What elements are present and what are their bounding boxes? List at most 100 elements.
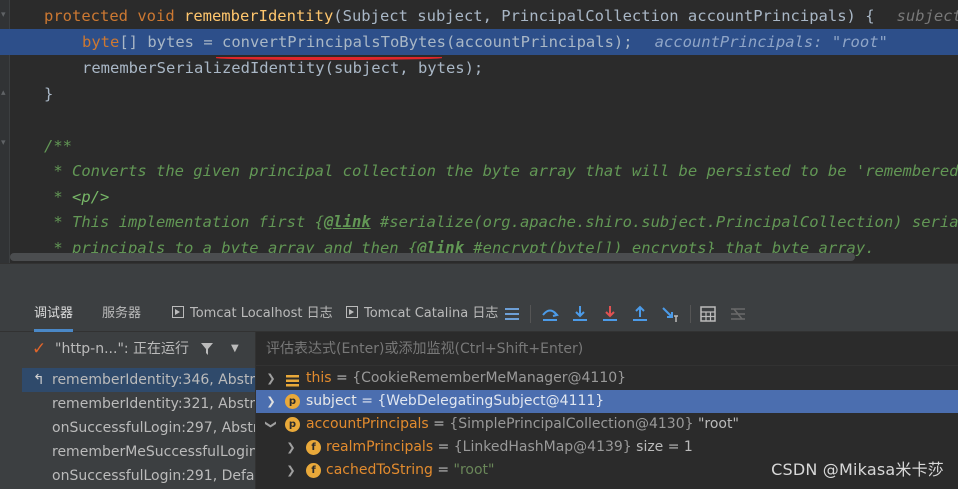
force-step-into-icon[interactable] bbox=[600, 304, 620, 324]
chevron-down-icon[interactable]: ▼ bbox=[231, 332, 239, 366]
chevron-right-icon[interactable]: ❯ bbox=[264, 390, 278, 413]
filter-icon[interactable] bbox=[200, 342, 214, 356]
tab-label: Tomcat Localhost 日志 bbox=[190, 306, 333, 321]
tab-label: Tomcat Catalina 日志 bbox=[364, 306, 499, 321]
stack-frame[interactable]: ↰ rememberIdentity:346, Abstra bbox=[0, 368, 256, 392]
variable-size: size = 1 bbox=[631, 439, 693, 455]
code-method-call: convertPrincipalsToBytes bbox=[221, 33, 446, 51]
trace-icon[interactable] bbox=[728, 304, 748, 324]
variable-row[interactable]: ❯ p subject = {WebDelegatingSubject@4111… bbox=[256, 390, 958, 413]
variable-equals: = bbox=[432, 462, 454, 478]
variable-value: {CookieRememberMeManager@4110} bbox=[352, 370, 627, 386]
tab-debugger[interactable]: 调试器 bbox=[34, 296, 74, 332]
variable-name: accountPrincipals bbox=[306, 416, 429, 432]
doc-comment: * This implementation first { bbox=[44, 213, 324, 231]
code-line-doc: * <p/> bbox=[0, 184, 958, 210]
variable-row[interactable]: ❯ p accountPrincipals = {SimplePrincipal… bbox=[256, 413, 958, 436]
run-to-cursor-icon[interactable] bbox=[660, 304, 680, 324]
protected-field-icon: p bbox=[285, 394, 300, 409]
variable-name: this bbox=[306, 370, 332, 386]
stack-frame-label: rememberMeSuccessfulLogin: bbox=[52, 444, 256, 460]
code-text: rememberSerializedIdentity(subject, byte… bbox=[82, 59, 484, 77]
variable-equals: = bbox=[331, 370, 353, 386]
protected-field-icon: p bbox=[285, 417, 300, 432]
step-out-icon[interactable] bbox=[630, 304, 650, 324]
menu-icon[interactable] bbox=[502, 304, 522, 324]
variable-value: "root" bbox=[453, 462, 495, 478]
tab-services[interactable]: 服务器 bbox=[102, 296, 141, 332]
code-text: } bbox=[44, 85, 54, 103]
tab-label: 调试器 bbox=[34, 306, 74, 321]
code-line: rememberSerializedIdentity(subject, byte… bbox=[0, 55, 958, 81]
tool-window-splitter[interactable] bbox=[0, 263, 958, 296]
chevron-right-icon[interactable]: ❯ bbox=[264, 367, 278, 390]
code-line-doc: /** bbox=[0, 133, 958, 159]
code-line-current-execution: byte[] bytes = convertPrincipalsToBytes(… bbox=[0, 29, 958, 55]
field-icon: f bbox=[306, 463, 321, 478]
doc-comment: * Converts the given principal collectio… bbox=[44, 162, 958, 180]
toolbar-separator bbox=[690, 305, 691, 323]
play-console-icon bbox=[172, 306, 184, 318]
variable-string-preview: "root" bbox=[693, 416, 739, 432]
variable-equals: = bbox=[433, 439, 454, 455]
variable-equals: = bbox=[356, 393, 378, 409]
variable-value: {SimplePrincipalCollection@4130} bbox=[449, 416, 694, 432]
toolbar-separator bbox=[530, 305, 531, 323]
check-icon: ✓ bbox=[32, 339, 47, 359]
thread-selector[interactable]: ✓ "http-n...": 正在运行 ▼ bbox=[0, 332, 255, 366]
variable-equals: = bbox=[428, 416, 450, 432]
inline-debug-hint: subject bbox=[896, 7, 958, 25]
current-frame-return-icon: ↰ bbox=[33, 372, 45, 388]
stack-frame-label: onSuccessfulLogin:297, Abstra bbox=[52, 420, 256, 436]
code-keyword: byte bbox=[82, 33, 120, 51]
variable-row[interactable]: ❯ this = {CookieRememberMeManager@4110} bbox=[256, 367, 958, 390]
stack-frame-label: rememberIdentity:321, Abstra bbox=[52, 396, 256, 412]
step-over-icon[interactable] bbox=[540, 304, 560, 324]
doc-comment: /** bbox=[44, 137, 72, 155]
chevron-right-icon[interactable]: ❯ bbox=[284, 459, 298, 482]
stack-frame[interactable]: onSuccessfulLogin:297, Abstra bbox=[0, 416, 256, 440]
inline-debug-value-hint: accountPrincipals: "root" bbox=[654, 33, 888, 51]
code-line-doc: * Converts the given principal collectio… bbox=[0, 158, 958, 184]
evaluate-icon[interactable] bbox=[698, 304, 718, 324]
variable-name: subject bbox=[306, 393, 357, 409]
code-text: (Subject subject, PrincipalCollection ac… bbox=[333, 7, 875, 25]
variable-name: realmPrincipals bbox=[326, 439, 434, 455]
chevron-right-icon[interactable]: ❯ bbox=[284, 436, 298, 459]
stack-frame-label: rememberIdentity:346, Abstra bbox=[52, 372, 256, 388]
stack-frame[interactable]: onSuccessfulLogin:291, Defaul bbox=[0, 464, 256, 488]
code-method-name: rememberIdentity bbox=[183, 7, 334, 25]
field-icon: f bbox=[306, 440, 321, 455]
tab-tomcat-catalina-log[interactable]: Tomcat Catalina 日志 bbox=[346, 296, 498, 332]
code-text: [] bytes = bbox=[119, 33, 222, 51]
code-line-doc: * This implementation first {@link #seri… bbox=[0, 209, 958, 235]
tab-label: 服务器 bbox=[102, 306, 142, 321]
doc-html-tag: <p/> bbox=[72, 188, 110, 206]
evaluate-expression-input[interactable]: 评估表达式(Enter)或添加监视(Ctrl+Shift+Enter) bbox=[256, 332, 958, 366]
stack-frame[interactable]: rememberMeSuccessfulLogin: bbox=[0, 440, 256, 464]
stack-frame-label: onSuccessfulLogin:291, Defaul bbox=[52, 468, 256, 484]
tab-tomcat-localhost-log[interactable]: Tomcat Localhost 日志 bbox=[172, 296, 333, 332]
code-line: } bbox=[0, 81, 958, 107]
doc-comment: #serialize(org.apache.shiro.subject.Prin… bbox=[370, 213, 958, 231]
editor-horizontal-scrollbar[interactable] bbox=[10, 253, 855, 261]
debug-tab-bar: 调试器 服务器 Tomcat Localhost 日志 Tomcat Catal… bbox=[0, 296, 958, 332]
code-line-method-signature: protected void rememberIdentity(Subject … bbox=[0, 3, 958, 29]
doc-link-tag[interactable]: @link bbox=[324, 213, 371, 231]
frames-left-strip bbox=[0, 368, 22, 489]
thread-status: "http-n...": 正在运行 bbox=[55, 341, 190, 357]
frames-panel: ✓ "http-n...": 正在运行 ▼ ↰ rememberIdentity… bbox=[0, 332, 256, 489]
code-text: (accountPrincipals); bbox=[445, 33, 633, 51]
play-console-icon bbox=[346, 306, 358, 318]
code-keyword: protected void bbox=[44, 7, 184, 25]
step-into-icon[interactable] bbox=[570, 304, 590, 324]
stack-frame[interactable]: rememberIdentity:321, Abstra bbox=[0, 392, 256, 416]
doc-comment: * bbox=[44, 188, 72, 206]
variable-name: cachedToString bbox=[326, 462, 433, 478]
variable-value: {LinkedHashMap@4139} bbox=[453, 439, 632, 455]
code-editor[interactable]: ▾ ▴ ▾ protected void rememberIdentity(Su… bbox=[0, 0, 958, 263]
variable-value: {WebDelegatingSubject@4111} bbox=[377, 393, 605, 409]
fields-list-icon bbox=[286, 372, 299, 387]
chevron-down-icon[interactable]: ❯ bbox=[260, 418, 283, 432]
watermark: CSDN @Mikasa米卡莎 bbox=[771, 460, 944, 479]
